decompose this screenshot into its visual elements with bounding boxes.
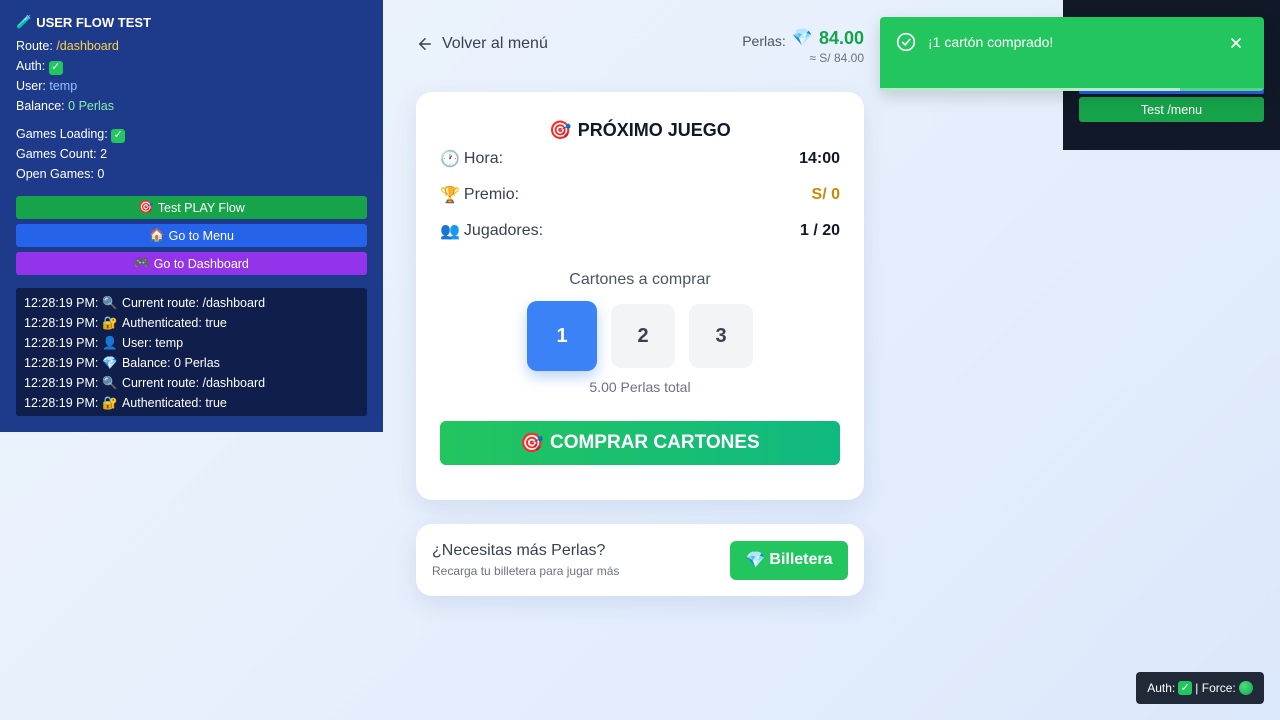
perlas-balance: Perlas: 💎 84.00 ≈ S/ 84.00	[742, 27, 864, 66]
debug-open-games: Open Games: 0	[16, 167, 105, 181]
go-to-menu-button[interactable]: 🏠 Go to Menu	[16, 224, 367, 247]
target-icon: 🎯	[520, 433, 544, 454]
gamepad-icon: 🎮	[134, 256, 150, 270]
jugadores-row: 👥 Jugadores: 1 / 20	[440, 222, 840, 240]
quantity-total: 5.00 Perlas total	[589, 379, 691, 395]
clock-icon: 🕐	[440, 151, 460, 168]
log-line: 12:28:19 PM: 🔐 Authenticated: true	[24, 393, 359, 413]
premio-row: 🏆 Premio: S/ 0	[440, 186, 840, 204]
debug-panel: 🧪 USER FLOW TEST Route: /dashboard Auth:…	[0, 0, 383, 432]
debug-user: User: temp	[16, 79, 78, 93]
close-icon[interactable]	[1228, 35, 1244, 51]
debug-auth: Auth: ✓	[16, 56, 367, 76]
log-line: 12:28:19 PM: 🔐 Authenticated: true	[24, 313, 359, 333]
toast-progress-bar	[880, 88, 1180, 91]
jugadores-value: 1 / 20	[799, 222, 840, 239]
gem-icon: 💎	[745, 552, 766, 569]
balance-value: 84.00	[818, 27, 864, 48]
house-icon: 🏠	[149, 228, 165, 242]
debug-games-count: Games Count: 2	[16, 147, 108, 161]
check-circle-icon	[896, 32, 916, 52]
debug-route: Route: /dashboard	[16, 39, 119, 53]
lock-icon: 🔐	[102, 316, 118, 330]
check-icon: ✓	[1178, 681, 1193, 695]
log-line: 12:28:19 PM: 👤 User: temp	[24, 333, 359, 353]
status-badge: Auth: ✓ | Force:	[1136, 672, 1264, 704]
wallet-title: ¿Necesitas más Perlas?	[432, 542, 606, 559]
log-line: 12:28:19 PM: 🔍 Current route: /dashboard	[24, 293, 359, 313]
next-game-card: 🎯 PRÓXIMO JUEGO 🕐 Hora: 14:00 🏆 Premio: S/…	[416, 92, 864, 500]
debug-balance: Balance: 0 Perlas	[16, 99, 114, 113]
success-toast: ¡1 cartón comprado!	[880, 17, 1264, 91]
log-line: 12:28:19 PM: 💎 Balance: 0 Perlas	[24, 353, 359, 373]
debug-log: 12:28:19 PM: 🔍 Current route: /dashboard 1…	[16, 288, 367, 416]
green-dot-icon	[1238, 681, 1253, 695]
wallet-subtitle: Recarga tu billetera para jugar más	[432, 564, 620, 578]
quantity-option-1[interactable]: 1	[527, 301, 597, 371]
target-icon: 🎯	[138, 200, 154, 214]
wallet-card: ¿Necesitas más Perlas? Recarga tu billet…	[416, 524, 864, 596]
toast-message: ¡1 cartón comprado!	[928, 34, 1054, 50]
toast-progress-track	[880, 88, 1264, 91]
card-title: 🎯 PRÓXIMO JUEGO	[549, 120, 731, 140]
target-icon: 🎯	[549, 120, 572, 140]
quantity-option-2[interactable]: 2	[611, 304, 675, 368]
quantity-selector: 1 2 3	[440, 301, 840, 371]
balance-soles: ≈ S/ 84.00	[809, 51, 864, 65]
buy-cards-button[interactable]: 🎯 COMPRAR CARTONES	[440, 421, 840, 465]
magnifier-icon: 🔍	[102, 296, 118, 310]
test-tube-icon: 🧪	[16, 14, 33, 29]
test-play-flow-button[interactable]: 🎯 Test PLAY Flow	[16, 196, 367, 219]
check-icon: ✓	[48, 60, 63, 75]
check-icon: ✓	[111, 128, 126, 143]
quantity-option-3[interactable]: 3	[689, 304, 753, 368]
debug-title: 🧪 USER FLOW TEST	[16, 14, 152, 30]
arrow-left-icon	[419, 38, 431, 50]
gem-icon: 💎	[102, 356, 118, 370]
trophy-icon: 🏆	[440, 187, 460, 204]
back-to-menu-link[interactable]: Volver al menú	[416, 35, 548, 53]
user-icon: 👤	[102, 336, 118, 350]
hora-value: 14:00	[799, 150, 840, 167]
log-line: 12:28:19 PM: 🔍 Current route: /dashboard	[24, 373, 359, 393]
hora-row: 🕐 Hora: 14:00	[440, 150, 840, 168]
wallet-button[interactable]: 💎 Billetera	[730, 540, 848, 580]
quantity-title: Cartones a comprar	[569, 271, 711, 288]
premio-value: S/ 0	[811, 186, 840, 203]
magnifier-icon: 🔍	[102, 376, 118, 390]
debug-games-loading: Games Loading: ✓	[16, 124, 367, 144]
go-to-dashboard-button[interactable]: 🎮 Go to Dashboard	[16, 252, 367, 275]
players-icon: 👥	[440, 223, 460, 240]
lock-icon: 🔐	[102, 396, 118, 410]
gem-icon: 💎	[791, 28, 813, 47]
test-menu-button[interactable]: Test /menu	[1079, 97, 1264, 122]
